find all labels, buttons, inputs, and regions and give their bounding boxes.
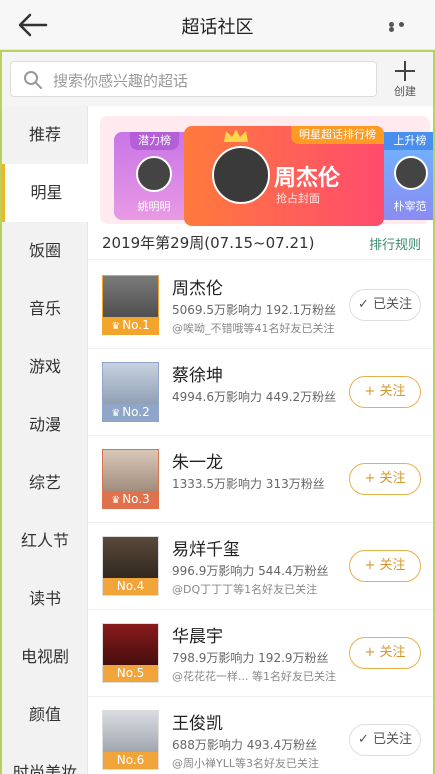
page-title: 超话社区 — [181, 17, 254, 38]
ranking-row[interactable]: ♛ No.2 蔡徐坤 4994.6万影响力 449.2万粉丝 + 关注 — [88, 349, 433, 436]
ranking-row[interactable]: No.5 华晨宇 798.9万影响力 192.9万粉丝 @花花花一样... 等1… — [88, 610, 433, 697]
follow-button[interactable]: + 关注 — [349, 463, 421, 495]
friends-followed: @DQ丁丁丁等1名好友已关注 — [172, 583, 318, 596]
follow-button[interactable]: + 关注 — [349, 637, 421, 669]
star-name: 易烊千玺 — [172, 540, 240, 560]
sidebar-item-fandom[interactable]: 饭圈 — [2, 222, 88, 280]
star-photo: ♛ No.3 — [102, 449, 159, 509]
sidebar-item-music[interactable]: 音乐 — [2, 280, 88, 338]
create-label: 创建 — [394, 85, 416, 98]
rank-badge: No.4 — [103, 578, 158, 595]
star-stats: 5069.5万影响力 192.1万粉丝 — [172, 303, 337, 317]
top-star-name: 周杰伦 — [274, 166, 341, 191]
more-dots-icon[interactable] — [389, 22, 417, 32]
followed-button[interactable]: ✓ 已关注 — [349, 289, 421, 321]
sidebar-item-variety[interactable]: 综艺 — [2, 454, 88, 512]
friends-followed: @唉呦_不错哦等41名好友已关注 — [172, 322, 335, 335]
rising-card[interactable]: 上升榜 朴宰范 — [378, 132, 433, 220]
crown-icon: ♛ — [111, 321, 121, 332]
sidebar-item-fashion[interactable]: 时尚美妆 — [2, 744, 88, 774]
main-content: 潜力榜 姚明明 上升榜 朴宰范 明星超话排行榜 周杰伦 抢占封面 2019年第2… — [88, 106, 433, 774]
plus-icon — [395, 61, 415, 81]
cover-grab-label: 抢占封面 — [276, 192, 320, 205]
avatar — [394, 156, 428, 190]
search-placeholder: 搜索你感兴趣的超话 — [53, 72, 189, 90]
star-photo: ♛ No.1 — [102, 275, 159, 335]
sidebar-item-looks[interactable]: 颜值 — [2, 686, 88, 744]
potential-tag: 潜力榜 — [130, 132, 179, 150]
search-input[interactable]: 搜索你感兴趣的超话 — [10, 61, 377, 97]
potential-name: 姚明明 — [137, 200, 171, 213]
follow-button[interactable]: + 关注 — [349, 376, 421, 408]
sidebar-item-books[interactable]: 读书 — [2, 570, 88, 628]
create-button[interactable]: 创建 — [388, 60, 422, 100]
top-star-card[interactable]: 明星超话排行榜 周杰伦 抢占封面 — [184, 126, 384, 226]
star-stats: 798.9万影响力 192.9万粉丝 — [172, 651, 329, 665]
followed-button[interactable]: ✓ 已关注 — [349, 724, 421, 756]
star-name: 华晨宇 — [172, 627, 223, 647]
ranking-row[interactable]: ♛ No.1 周杰伦 5069.5万影响力 192.1万粉丝 @唉呦_不错哦等41… — [88, 262, 433, 349]
sidebar-item-anime[interactable]: 动漫 — [2, 396, 88, 454]
crown-icon — [224, 129, 248, 142]
crown-icon: ♛ — [111, 495, 121, 506]
star-name: 蔡徐坤 — [172, 366, 223, 386]
star-name: 周杰伦 — [172, 279, 223, 299]
category-sidebar: 推荐 明星 饭圈 音乐 游戏 动漫 综艺 红人节 读书 电视剧 颜值 时尚美妆 — [2, 106, 88, 774]
star-ranking-tag: 明星超话排行榜 — [291, 126, 384, 144]
sidebar-item-games[interactable]: 游戏 — [2, 338, 88, 396]
potential-card[interactable]: 潜力榜 姚明明 — [114, 132, 194, 220]
follow-button[interactable]: + 关注 — [349, 550, 421, 582]
ranking-row[interactable]: No.6 王俊凯 688万影响力 493.4万粉丝 @周小禅YLL等3名好友已关… — [88, 697, 433, 774]
avatar — [212, 146, 270, 204]
star-photo: No.5 — [102, 623, 159, 683]
ranking-rules-link[interactable]: 排行规则 — [369, 234, 421, 253]
star-stats: 688万影响力 493.4万粉丝 — [172, 738, 318, 752]
star-photo: No.4 — [102, 536, 159, 596]
avatar — [136, 156, 172, 192]
friends-followed: @周小禅YLL等3名好友已关注 — [172, 757, 319, 770]
crown-icon: ♛ — [111, 408, 121, 419]
star-stats: 1333.5万影响力 313万粉丝 — [172, 477, 325, 491]
ranking-row[interactable]: ♛ No.3 朱一龙 1333.5万影响力 313万粉丝 + 关注 — [88, 436, 433, 523]
ranking-row[interactable]: No.4 易烊千玺 996.9万影响力 544.4万粉丝 @DQ丁丁丁等1名好友… — [88, 523, 433, 610]
rank-badge: ♛ No.3 — [103, 491, 158, 508]
star-name: 王俊凯 — [172, 714, 223, 734]
ranking-banner[interactable]: 潜力榜 姚明明 上升榜 朴宰范 明星超话排行榜 周杰伦 抢占封面 — [100, 116, 433, 226]
sidebar-item-influencer[interactable]: 红人节 — [2, 512, 88, 570]
star-name: 朱一龙 — [172, 453, 223, 473]
friends-followed: @花花花一样... 等1名好友已关注 — [172, 670, 336, 683]
star-stats: 4994.6万影响力 449.2万粉丝 — [172, 390, 337, 404]
star-photo: No.6 — [102, 710, 159, 770]
rising-name: 朴宰范 — [393, 200, 427, 213]
sidebar-item-stars[interactable]: 明星 — [2, 164, 88, 222]
star-stats: 996.9万影响力 544.4万粉丝 — [172, 564, 329, 578]
rising-tag: 上升榜 — [378, 132, 433, 150]
star-photo: ♛ No.2 — [102, 362, 159, 422]
rank-badge: ♛ No.1 — [103, 317, 158, 334]
sidebar-item-tv[interactable]: 电视剧 — [2, 628, 88, 686]
rank-badge: No.5 — [103, 665, 158, 682]
week-label: 2019年第29周(07.15~07.21) — [102, 234, 315, 252]
search-icon — [24, 71, 42, 89]
app-screen: 超话社区 搜索你感兴趣的超话 创建 推荐 明星 饭圈 音乐 游戏 动漫 综艺 红… — [0, 0, 435, 774]
week-row: 2019年第29周(07.15~07.21) 排行规则 — [88, 224, 433, 260]
sidebar-item-recommend[interactable]: 推荐 — [2, 106, 88, 164]
rank-badge: ♛ No.2 — [103, 404, 158, 421]
rank-badge: No.6 — [103, 752, 158, 769]
header-bar: 超话社区 — [0, 0, 435, 50]
